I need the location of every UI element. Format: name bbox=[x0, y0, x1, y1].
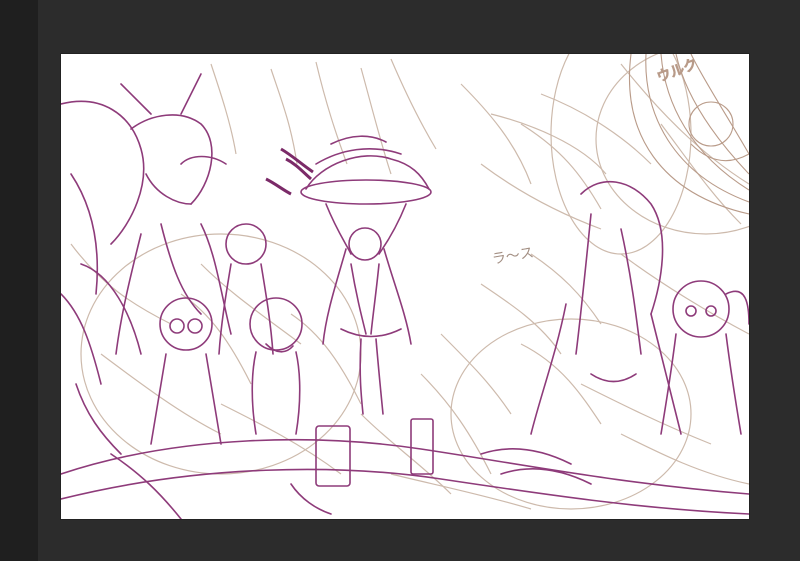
purple-ink-sketch bbox=[61, 73, 749, 519]
katakana-left: ラ〜ス bbox=[491, 245, 535, 268]
left-panel bbox=[0, 0, 38, 561]
sketch-drawing: ウルク ラ〜ス bbox=[61, 54, 749, 519]
artboard[interactable]: ウルク ラ〜ス bbox=[61, 54, 749, 519]
background-beige-sketch bbox=[70, 54, 749, 510]
top-right-vignette: ウルク bbox=[629, 54, 749, 215]
